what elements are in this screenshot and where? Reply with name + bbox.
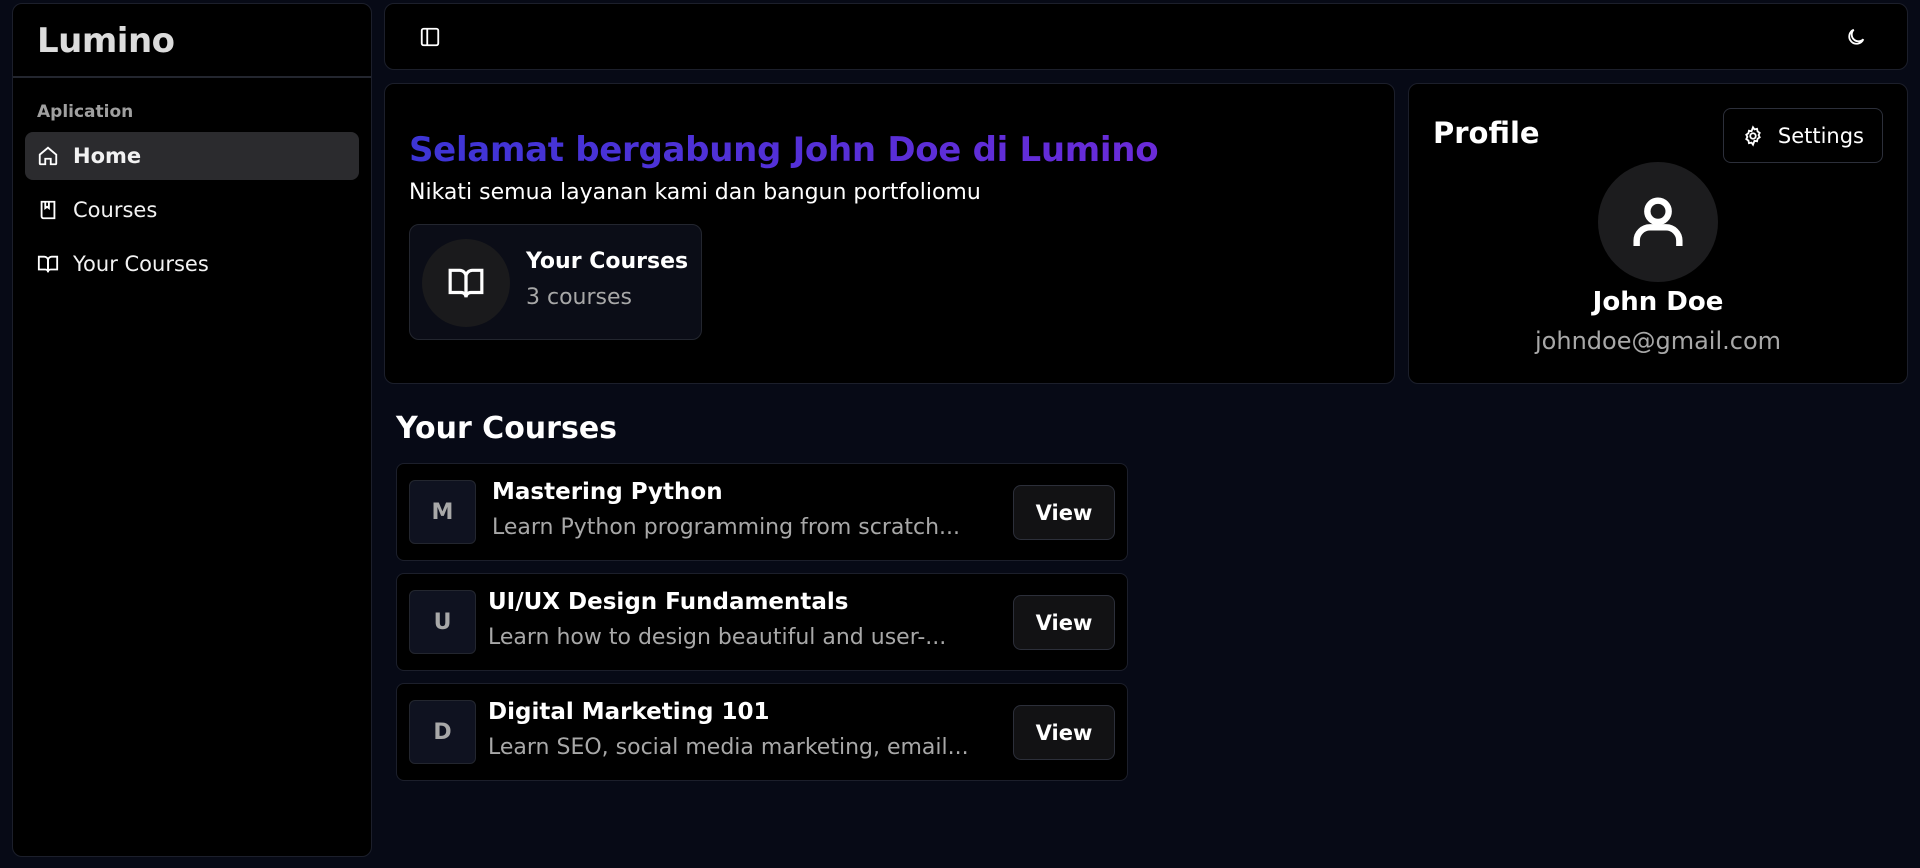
sidebar-item-your-courses[interactable]: Your Courses [25, 240, 359, 288]
course-title: Digital Marketing 101 [488, 699, 770, 725]
course-item: U UI/UX Design Fundamentals Learn how to… [396, 573, 1128, 671]
book-open-icon [448, 268, 484, 298]
gear-icon [1744, 124, 1761, 147]
profile-title: Profile [1433, 116, 1540, 150]
sidebar-item-courses[interactable]: Courses [25, 186, 359, 234]
bookmark-book-icon [40, 200, 56, 220]
your-courses-heading: Your Courses [396, 411, 618, 446]
sidebar-item-label: Courses [73, 198, 158, 222]
course-thumbnail: U [409, 590, 476, 654]
sidebar-item-home[interactable]: Home [25, 132, 359, 180]
stat-title: Your Courses [526, 249, 689, 274]
course-title: Mastering Python [492, 479, 723, 505]
welcome-title: Selamat bergabung John Doe di Lumino [409, 130, 1159, 170]
theme-toggle-button[interactable] [1839, 20, 1873, 54]
sidebar-toggle-icon [420, 27, 440, 47]
course-title: UI/UX Design Fundamentals [488, 589, 849, 615]
sidebar-toggle-button[interactable] [413, 20, 447, 54]
course-description: Learn how to design beautiful and user-.… [488, 625, 947, 650]
course-thumbnail: D [409, 700, 476, 764]
moon-icon [1848, 28, 1865, 45]
avatar [1598, 162, 1718, 282]
course-item: M Mastering Python Learn Python programm… [396, 463, 1128, 561]
view-course-button[interactable]: View [1013, 705, 1115, 760]
settings-button[interactable]: Settings [1722, 108, 1883, 163]
your-courses-stat-card[interactable]: Your Courses 3 courses [409, 224, 702, 340]
view-course-button[interactable]: View [1013, 485, 1115, 540]
user-icon [1633, 197, 1683, 246]
welcome-card: Selamat bergabung John Doe di Lumino Nik… [384, 83, 1395, 384]
settings-label: Settings [1777, 123, 1864, 148]
app-logo[interactable]: Lumino [13, 4, 371, 78]
profile-email: johndoe@gmail.com [1535, 327, 1781, 355]
stat-icon-circle [422, 239, 510, 327]
profile-card: Profile Settings John Doe johndoe@gmail.… [1408, 83, 1908, 384]
course-item: D Digital Marketing 101 Learn SEO, socia… [396, 683, 1128, 781]
view-course-button[interactable]: View [1013, 595, 1115, 650]
sidebar-item-label: Your Courses [73, 252, 209, 276]
welcome-subtitle: Nikati semua layanan kami dan bangun por… [409, 180, 981, 205]
profile-name: John Doe [1592, 287, 1724, 317]
sidebar-nav: Home Courses Your Courses [13, 132, 371, 288]
sidebar-item-label: Home [73, 144, 142, 168]
stat-value: 3 courses [526, 285, 632, 310]
book-open-icon [37, 255, 59, 273]
course-thumbnail: M [409, 480, 476, 544]
sidebar-group-label: Aplication [37, 102, 134, 122]
course-description: Learn Python programming from scratch... [492, 515, 961, 540]
course-list: M Mastering Python Learn Python programm… [396, 463, 1128, 793]
home-icon [38, 146, 58, 166]
top-bar [384, 3, 1908, 70]
course-description: Learn SEO, social media marketing, email… [488, 735, 969, 760]
sidebar: Lumino Aplication Home Courses Your Cour… [12, 3, 372, 857]
